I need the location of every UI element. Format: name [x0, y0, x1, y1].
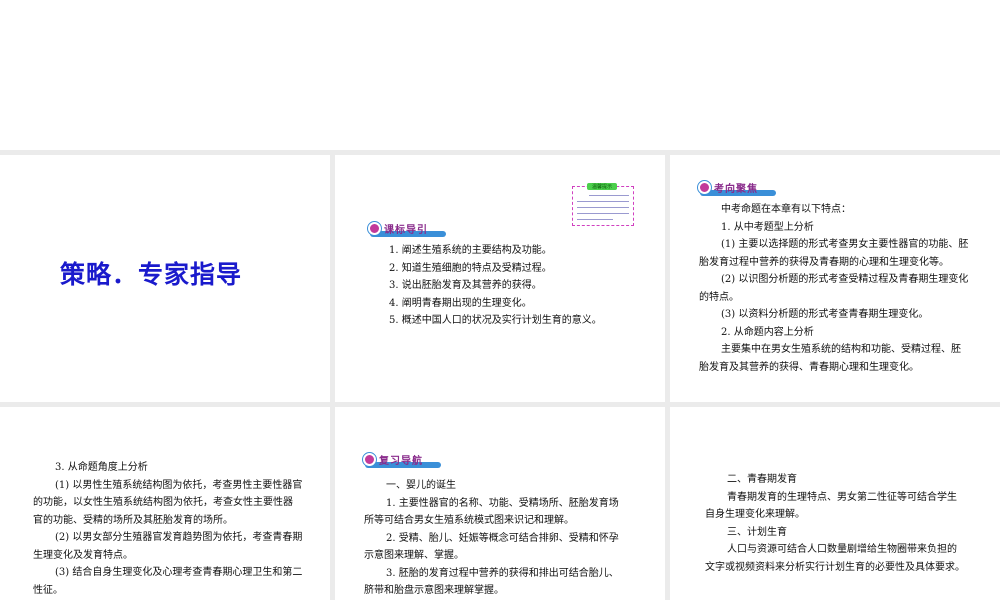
- text-line: 人口与资源可结合人口数量剧增给生物圈带来负担的: [727, 544, 957, 555]
- text-line: 性征。: [33, 584, 63, 596]
- text-line: (3) 结合自身生理变化及心理考查青春期心理卫生和第二: [55, 567, 303, 578]
- text-line: 自身生理变化来理解。: [705, 509, 805, 520]
- text-line: (2) 以男女部分生殖器官发育趋势图为依托，考查青春期: [55, 532, 303, 543]
- text-line: 青春期发育的生理特点、男女第二性征等可结合学生: [727, 491, 957, 503]
- list-item: 1. 阐述生殖系统的主要结构及功能。: [389, 245, 552, 256]
- text-line: 的功能，以女性生殖系统结构图为依托，考查女性主要性器: [33, 497, 293, 508]
- list-item: 5. 概述中国人口的状况及实行计划生育的意义。: [389, 315, 602, 326]
- blank-header-area: [0, 0, 1000, 150]
- text-line: 一、婴儿的诞生: [386, 480, 456, 491]
- text-line: 主要集中在男女生殖系统的结构和功能、受精过程、胚: [721, 344, 961, 355]
- text-line: 2. 从命题内容上分析: [721, 326, 814, 338]
- text-line: 官的功能、受精的场所及其胚胎发育的场所。: [33, 514, 233, 526]
- text-line: (1) 以男性生殖系统结构图为依托，考查男性主要性器官: [55, 479, 303, 491]
- text-body: 二、青春期发育 青春期发育的生理特点、男女第二性征等可结合学生 自身生理变化来理…: [705, 471, 965, 576]
- text-line: 1. 从中考题型上分析: [721, 221, 814, 233]
- badge-circle-icon: [698, 181, 711, 194]
- list-item: 3. 说出胚胎发育及其营养的获得。: [389, 280, 542, 291]
- objective-list: 1. 阐述生殖系统的主要结构及功能。 2. 知道生殖细胞的特点及受精过程。 3.…: [389, 242, 602, 330]
- text-line: 胎发育过程中营养的获得及青春期的心理和生理变化等。: [699, 256, 949, 268]
- text-line: 胎发育及其营养的获得、青春期心理和生理变化。: [699, 361, 919, 373]
- slide-thumbnail-4[interactable]: 3. 从命题角度上分析 (1) 以男性生殖系统结构图为依托，考查男性主要性器官 …: [0, 407, 330, 600]
- text-body: 一、婴儿的诞生 1. 主要性器官的名称、功能、受精场所、胚胎发育场 所等可结合男…: [364, 477, 619, 600]
- slide-title: 策略．专家指导: [60, 260, 243, 289]
- section-badge: 课标导引: [368, 221, 446, 237]
- text-line: 1. 主要性器官的名称、功能、受精场所、胚胎发育场: [386, 497, 619, 509]
- section-badge: 考向聚焦: [698, 180, 776, 196]
- text-line: 所等可结合男女生殖系统模式图来识记和理解。: [364, 515, 574, 526]
- list-item: 4. 阐明青春期出现的生理变化。: [389, 297, 532, 309]
- slide-thumbnail-6[interactable]: 二、青春期发育 青春期发育的生理特点、男女第二性征等可结合学生 自身生理变化来理…: [670, 407, 1000, 600]
- slide-thumbnail-2[interactable]: 温馨提示 课标导引 1. 阐述生殖系统的主要结构及功能。 2. 知道生殖细胞的特…: [335, 155, 665, 402]
- text-line: 脐带和胎盘示意图来理解掌握。: [364, 585, 504, 596]
- text-line: 的特点。: [699, 291, 739, 303]
- badge-circle-icon: [363, 453, 376, 466]
- text-line: 3. 胚胎的发育过程中营养的获得和排出可结合胎儿、: [386, 567, 619, 579]
- text-line: 三、计划生育: [727, 526, 787, 538]
- tip-title: 温馨提示: [587, 183, 618, 190]
- text-line: 3. 从命题角度上分析: [55, 462, 148, 473]
- section-badge: 复习导航: [363, 452, 441, 468]
- text-line: (1) 主要以选择题的形式考查男女主要性器官的功能、胚: [721, 239, 969, 250]
- slide-thumbnail-1[interactable]: 策略．专家指导: [0, 155, 330, 402]
- list-item: 2. 知道生殖细胞的特点及受精过程。: [389, 262, 552, 274]
- text-line: 文字或视频资料来分析实行计划生育的必要性及具体要求。: [705, 561, 965, 573]
- text-body: 3. 从命题角度上分析 (1) 以男性生殖系统结构图为依托，考查男性主要性器官 …: [33, 459, 302, 599]
- text-line: (2) 以识图分析题的形式考查受精过程及青春期生理变化: [721, 274, 969, 285]
- text-line: 中考命题在本章有以下特点：: [721, 204, 851, 215]
- slide-thumbnail-3[interactable]: 考向聚焦 中考命题在本章有以下特点： 1. 从中考题型上分析 (1) 主要以选择…: [670, 155, 1000, 402]
- text-line: 2. 受精、胎儿、妊娠等概念可结合排卵、受精和怀孕: [386, 532, 619, 544]
- text-line: 二、青春期发育: [727, 474, 797, 485]
- text-line: 示意图来理解、掌握。: [364, 550, 464, 561]
- slide-thumbnail-5[interactable]: 复习导航 一、婴儿的诞生 1. 主要性器官的名称、功能、受精场所、胚胎发育场 所…: [335, 407, 665, 600]
- tip-box: 温馨提示: [572, 183, 634, 226]
- badge-circle-icon: [368, 222, 381, 235]
- text-line: (3) 以资料分析题的形式考查青春期生理变化。: [721, 309, 929, 320]
- text-line: 生理变化及发育特点。: [33, 549, 133, 561]
- text-body: 中考命题在本章有以下特点： 1. 从中考题型上分析 (1) 主要以选择题的形式考…: [699, 201, 968, 376]
